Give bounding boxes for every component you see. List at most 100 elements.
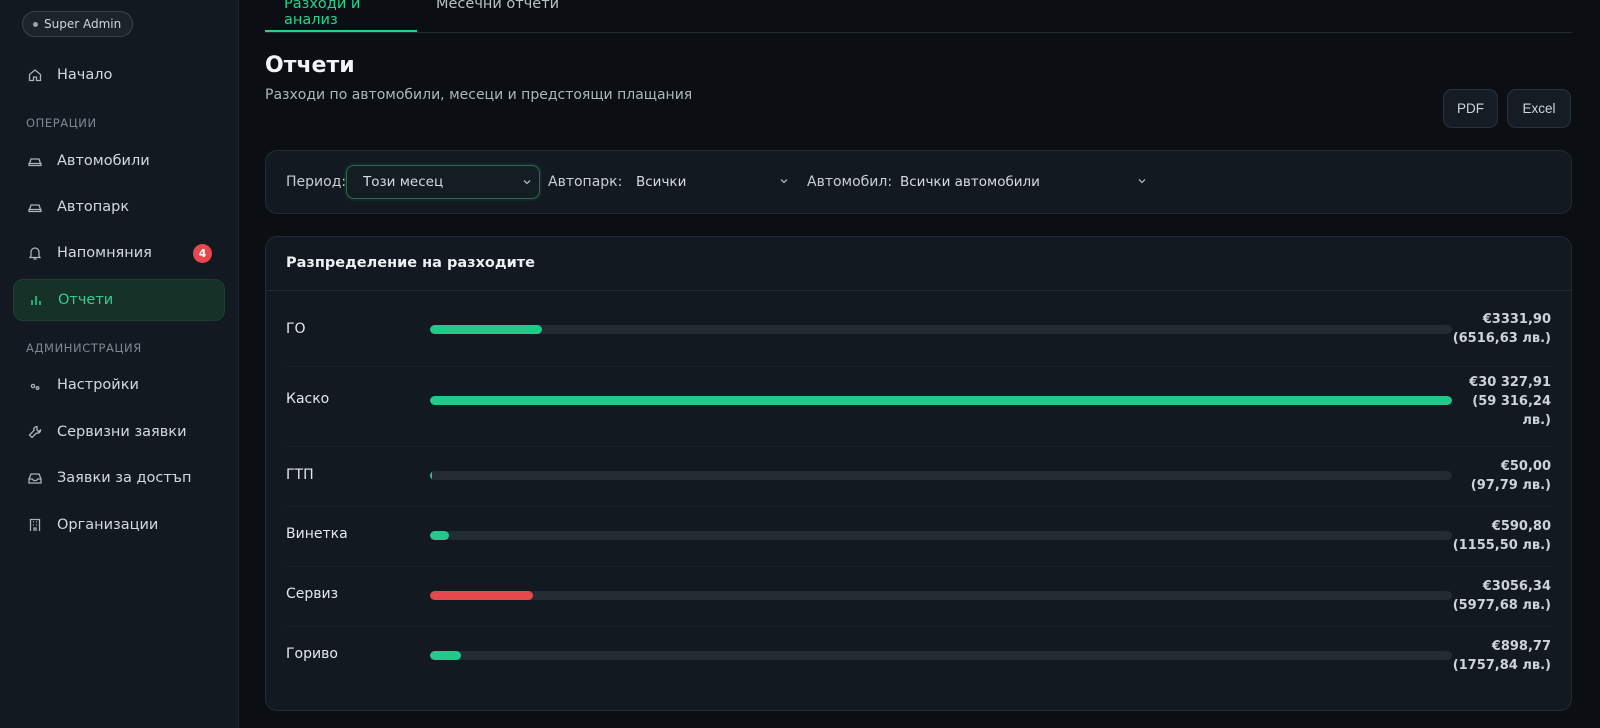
sidebar-item-label: Начало [57, 67, 113, 83]
expense-bar-fill [430, 591, 534, 600]
period-select-value: Този месец [363, 174, 444, 190]
sidebar-item-reports[interactable]: Отчети [13, 279, 225, 321]
tab-bar: Разходи и анализ Месечни отчети [265, 0, 1572, 33]
building-icon [27, 517, 43, 533]
vehicle-select-value: Всички автомобили [900, 174, 1040, 190]
expense-bar-track [430, 396, 1452, 405]
sidebar-item-settings[interactable]: Настройки [13, 364, 225, 406]
sidebar-item-label: Настройки [57, 377, 139, 393]
chevron-down-icon [1138, 179, 1146, 184]
sidebar-item-access-requests[interactable]: Заявки за достъп [13, 457, 225, 499]
expense-label: Сервиз [286, 586, 339, 602]
expense-bar-track [430, 651, 1452, 660]
export-excel-button[interactable]: Excel [1507, 89, 1571, 128]
page-title: Отчети [265, 53, 355, 78]
expense-amount: €3331,90 (6516,63 лв.) [1451, 310, 1551, 348]
expense-row-gtp: ГТП €50,00 (97,79 лв.) [286, 447, 1551, 507]
expense-label: Гориво [286, 646, 338, 662]
fleet-select[interactable]: Всички [620, 165, 796, 199]
expense-distribution-card: Разпределение на разходите ГО €3331,90 (… [265, 236, 1572, 711]
expense-amount: €30 327,91 (59 316,24 лв.) [1451, 373, 1551, 430]
filter-bar: Период: Този месец Автопарк: Всички Авто… [265, 150, 1572, 214]
expense-amount-eur: €30 327,91 [1469, 375, 1551, 390]
tab-label: Месечни отчети [436, 0, 560, 12]
home-icon [27, 67, 43, 83]
expense-row-kasko: Каско €30 327,91 (59 316,24 лв.) [286, 367, 1551, 447]
sidebar-item-label: Организации [57, 517, 159, 533]
wrench-icon [27, 424, 43, 440]
expense-label: Винетка [286, 526, 348, 542]
expense-amount-bgn: (6516,63 лв.) [1452, 331, 1551, 346]
sidebar-item-label: Напомняния [57, 245, 152, 261]
section-label-administration: АДМИНИСТРАЦИЯ [26, 341, 142, 355]
sidebar-item-label: Автопарк [57, 199, 130, 215]
sidebar-item-fleet[interactable]: Автопарк [13, 186, 225, 228]
sidebar: Super Admin Начало ОПЕРАЦИИ Автомобили А… [0, 0, 239, 728]
role-dot-icon [33, 21, 38, 27]
expense-amount-bgn: (1155,50 лв.) [1452, 538, 1551, 553]
sidebar-item-organizations[interactable]: Организации [13, 504, 225, 546]
expense-bar-track [430, 531, 1452, 540]
tab-active-indicator [265, 30, 417, 32]
expense-bar-track [430, 471, 1452, 480]
page-subtitle: Разходи по автомобили, месеци и предстоя… [265, 87, 693, 103]
tab-label: Разходи и анализ [284, 0, 361, 28]
expense-amount-bgn: (1757,84 лв.) [1452, 658, 1551, 673]
vehicle-select[interactable]: Всички автомобили [884, 165, 1154, 199]
expense-row-service: Сервиз €3056,34 (5977,68 лв.) [286, 567, 1551, 627]
period-select[interactable]: Този месец [346, 165, 540, 199]
expense-amount: €3056,34 (5977,68 лв.) [1451, 577, 1551, 615]
tab-expenses-analysis[interactable]: Разходи и анализ [265, 0, 417, 32]
sidebar-item-label: Сервизни заявки [57, 424, 187, 440]
sidebar-item-cars[interactable]: Автомобили [13, 140, 225, 182]
expense-amount: €590,80 (1155,50 лв.) [1451, 517, 1551, 555]
sidebar-item-reminders[interactable]: Напомняния 4 [13, 232, 225, 274]
export-pdf-button[interactable]: PDF [1443, 89, 1498, 128]
fleet-icon [27, 199, 43, 215]
expense-row-fuel: Гориво €898,77 (1757,84 лв.) [286, 627, 1551, 687]
expense-amount-eur: €898,77 [1491, 639, 1551, 654]
sidebar-item-service-requests[interactable]: Сервизни заявки [13, 411, 225, 453]
role-badge-label: Super Admin [44, 17, 122, 31]
sidebar-item-label: Отчети [58, 292, 114, 308]
expense-label: ГО [286, 321, 306, 337]
expense-bar-fill [430, 396, 1452, 405]
expense-row-vignette: Винетка €590,80 (1155,50 лв.) [286, 507, 1551, 567]
settings-icon [27, 377, 43, 393]
fleet-select-value: Всички [636, 174, 687, 190]
expense-label: ГТП [286, 467, 314, 483]
expense-bar-fill [430, 651, 461, 660]
expense-bar-track [430, 591, 1452, 600]
bell-icon [27, 245, 43, 261]
sidebar-item-label: Автомобили [57, 153, 150, 169]
expense-row-go: ГО €3331,90 (6516,63 лв.) [286, 292, 1551, 367]
section-label-operations: ОПЕРАЦИИ [26, 116, 97, 130]
expense-amount-eur: €50,00 [1500, 459, 1551, 474]
vehicle-label: Автомобил: [807, 174, 893, 190]
expense-amount-bgn: (97,79 лв.) [1470, 478, 1551, 493]
period-label: Период: [286, 174, 347, 190]
expense-bar-fill [430, 471, 433, 480]
chevron-down-icon [523, 180, 531, 185]
chevron-down-icon [780, 179, 788, 184]
expense-amount-eur: €3056,34 [1482, 579, 1551, 594]
main-content: Разходи и анализ Месечни отчети Отчети Р… [240, 0, 1600, 728]
expense-amount-bgn: (5977,68 лв.) [1452, 598, 1551, 613]
sidebar-item-label: Заявки за достъп [57, 470, 192, 486]
car-icon [27, 153, 43, 169]
expense-amount-eur: €590,80 [1491, 519, 1551, 534]
expense-bar-track [430, 325, 1452, 334]
expense-bar-fill [430, 325, 543, 334]
expense-label: Каско [286, 391, 330, 407]
role-badge: Super Admin [22, 11, 134, 37]
expense-amount: €50,00 (97,79 лв.) [1451, 457, 1551, 495]
expense-amount: €898,77 (1757,84 лв.) [1451, 637, 1551, 675]
card-header: Разпределение на разходите [266, 237, 1571, 291]
expense-amount-bgn: (59 316,24 лв.) [1472, 394, 1551, 428]
expense-bar-fill [430, 531, 450, 540]
tab-monthly-reports[interactable]: Месечни отчети [436, 0, 576, 32]
inbox-icon [27, 470, 43, 486]
reminders-count-badge: 4 [193, 244, 212, 263]
sidebar-item-home[interactable]: Начало [13, 54, 225, 96]
fleet-label: Автопарк: [548, 174, 623, 190]
